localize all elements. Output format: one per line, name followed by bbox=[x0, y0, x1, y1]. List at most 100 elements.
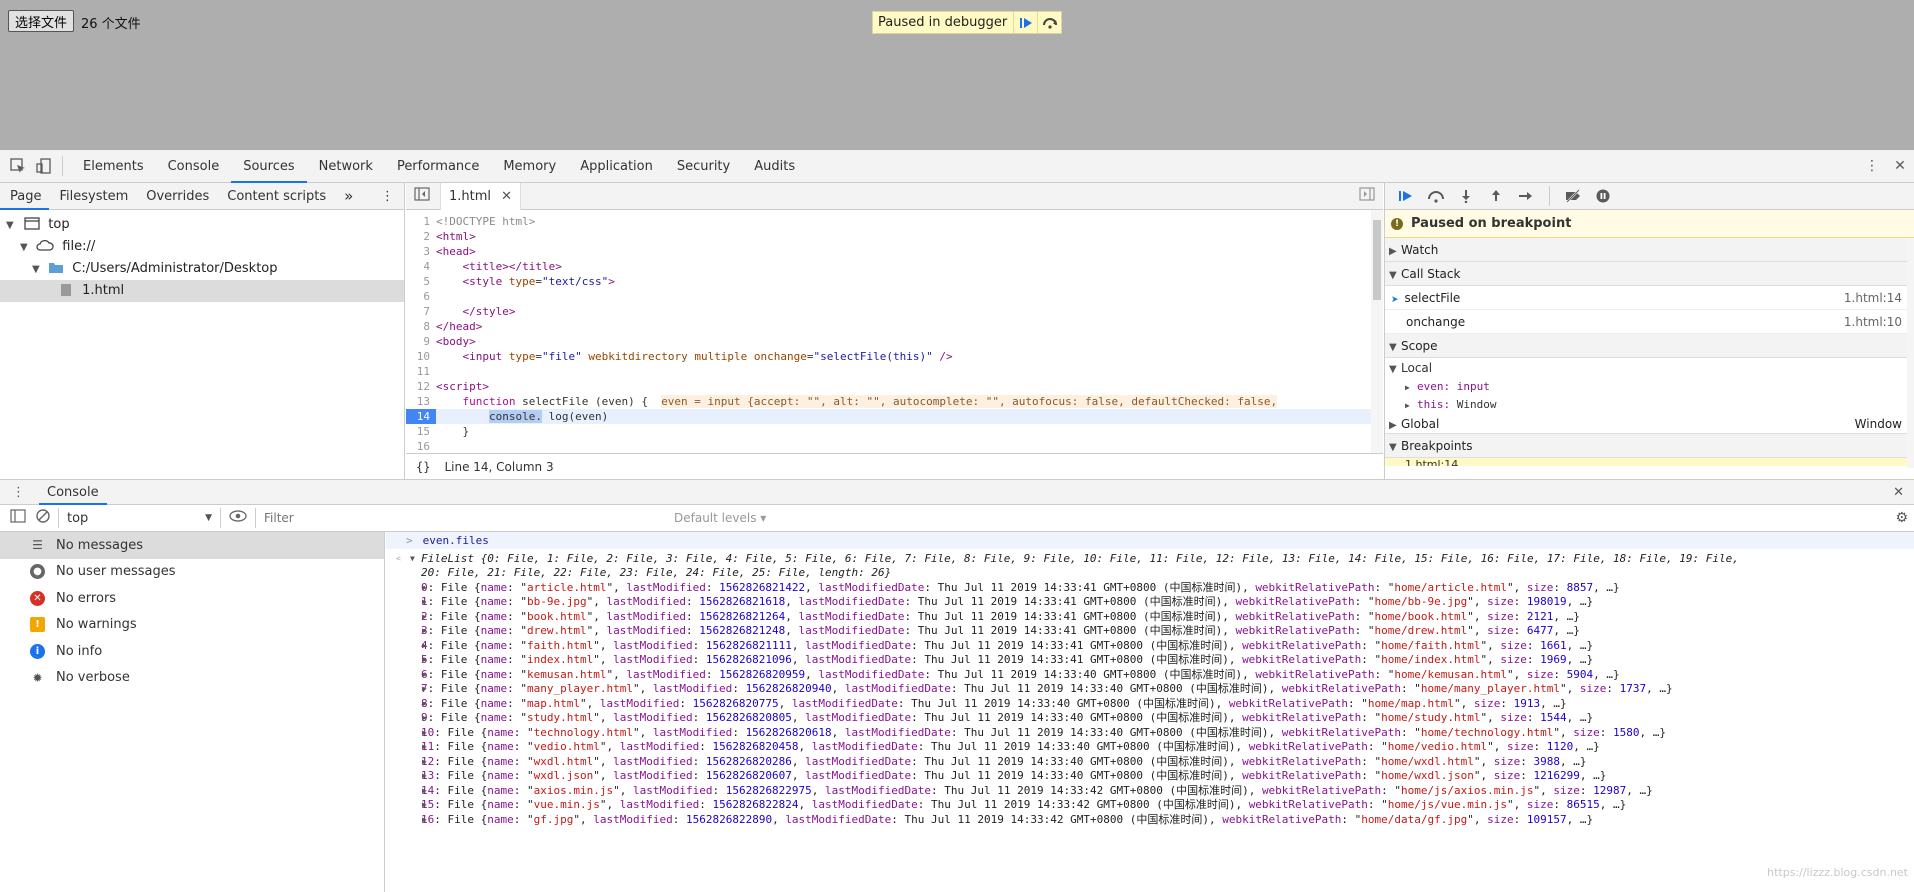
nav-tab-content-scripts[interactable]: Content scripts bbox=[217, 183, 334, 210]
file-entry-row[interactable]: ▶ 12: File {name: "wxdl.html", lastModifi… bbox=[386, 755, 1914, 770]
file-entry-row[interactable]: ▶ 11: File {name: "vedio.html", lastModif… bbox=[386, 740, 1914, 755]
file-entry-row[interactable]: ▶ 13: File {name: "wxdl.json", lastModifi… bbox=[386, 769, 1914, 784]
filter-warnings[interactable]: ! No warnings bbox=[0, 612, 384, 639]
tab-performance[interactable]: Performance bbox=[385, 150, 491, 183]
more-options-icon[interactable]: ⋮ bbox=[1862, 156, 1882, 176]
expand-arrow-icon[interactable]: ▶ bbox=[422, 755, 427, 770]
file-entry-row[interactable]: ▶ 6: File {name: "kemusan.html", lastModi… bbox=[386, 668, 1914, 683]
console-output[interactable]: > even.files < ▼ FileList {0: File, 1: File… bbox=[386, 532, 1914, 892]
expand-arrow-icon[interactable]: ▶ bbox=[422, 595, 427, 610]
expand-arrow-icon[interactable]: ▶ bbox=[422, 740, 427, 755]
device-toolbar-icon[interactable] bbox=[34, 156, 54, 176]
tab-memory[interactable]: Memory bbox=[491, 150, 568, 183]
file-entry-row[interactable]: ▶ 7: File {name: "many_player.html", last… bbox=[386, 682, 1914, 697]
call-stack-section-header[interactable]: ▼ Call Stack bbox=[1385, 262, 1914, 286]
expand-arrow-icon[interactable]: ▶ bbox=[422, 639, 427, 654]
tab-console[interactable]: Console bbox=[156, 150, 232, 183]
toggle-debugger-icon[interactable] bbox=[1359, 187, 1375, 205]
step-over-icon[interactable] bbox=[1037, 12, 1061, 33]
nav-tab-filesystem[interactable]: Filesystem bbox=[49, 183, 136, 210]
scope-var-this[interactable]: ▶ this: Window bbox=[1385, 396, 1914, 414]
file-entry-row[interactable]: ▶ 3: File {name: "drew.html", lastModifie… bbox=[386, 624, 1914, 639]
call-frame-onchange[interactable]: onchange 1.html:10 bbox=[1385, 310, 1914, 334]
filelist-summary[interactable]: < ▼ FileList {0: File, 1: File, 2: File, 3… bbox=[386, 549, 1914, 567]
tab-application[interactable]: Application bbox=[568, 150, 665, 183]
deactivate-breakpoints-icon[interactable] bbox=[1558, 183, 1588, 210]
breakpoint-item[interactable]: 1.html:14 bbox=[1385, 458, 1914, 466]
scope-global[interactable]: ▶ Global Window bbox=[1385, 414, 1914, 434]
expand-arrow-icon[interactable]: ▶ bbox=[422, 769, 427, 784]
editor-scrollbar[interactable] bbox=[1371, 210, 1383, 453]
file-entry-row[interactable]: ▶ 4: File {name: "faith.html", lastModifi… bbox=[386, 639, 1914, 654]
tab-security[interactable]: Security bbox=[665, 150, 742, 183]
file-entry-row[interactable]: ▶ 2: File {name: "book.html", lastModifie… bbox=[386, 610, 1914, 625]
more-tabs-icon[interactable]: » bbox=[334, 183, 361, 210]
log-levels-dropdown[interactable]: Default levels ▾ bbox=[674, 511, 766, 525]
clear-console-icon[interactable] bbox=[36, 509, 50, 527]
toggle-navigator-icon[interactable] bbox=[414, 187, 430, 205]
live-expression-eye-icon[interactable] bbox=[229, 510, 247, 526]
file-entry-row[interactable]: ▶ 5: File {name: "index.html", lastModifi… bbox=[386, 653, 1914, 668]
tab-audits[interactable]: Audits bbox=[742, 150, 807, 183]
close-tab-icon[interactable]: ✕ bbox=[501, 189, 512, 204]
expand-arrow-icon[interactable]: ▶ bbox=[422, 784, 427, 799]
expand-arrow-icon[interactable]: ▶ bbox=[422, 682, 427, 697]
step-icon[interactable] bbox=[1511, 183, 1541, 210]
expand-arrow-icon[interactable]: ▶ bbox=[422, 610, 427, 625]
step-into-icon[interactable] bbox=[1451, 183, 1481, 210]
tab-elements[interactable]: Elements bbox=[71, 150, 156, 183]
editor-tab-1html[interactable]: 1.html ✕ bbox=[440, 182, 522, 210]
tab-network[interactable]: Network bbox=[307, 150, 385, 183]
scope-local[interactable]: ▼ Local bbox=[1385, 358, 1914, 378]
expand-arrow-icon[interactable]: ▶ bbox=[422, 581, 427, 596]
navigator-menu-icon[interactable]: ⋮ bbox=[381, 189, 394, 204]
tree-item-file-origin[interactable]: ▼ file:// bbox=[0, 236, 404, 258]
call-frame-selectfile[interactable]: ➤ selectFile 1.html:14 bbox=[1385, 286, 1914, 310]
nav-tab-page[interactable]: Page bbox=[0, 183, 50, 210]
file-entry-row[interactable]: ▶ 1: File {name: "bb-9e.jpg", lastModifie… bbox=[386, 595, 1914, 610]
watch-section-header[interactable]: ▶ Watch bbox=[1385, 238, 1914, 262]
step-over-icon[interactable] bbox=[1421, 183, 1451, 210]
expand-arrow-icon[interactable]: ▶ bbox=[422, 726, 427, 741]
nav-tab-overrides[interactable]: Overrides bbox=[136, 183, 217, 210]
drawer-menu-icon[interactable]: ⋮ bbox=[12, 485, 25, 500]
code-area[interactable]: 1 <!DOCTYPE html> 2 <html> 3 <head> 4 <titl… bbox=[406, 210, 1383, 453]
tab-sources[interactable]: Sources bbox=[231, 149, 307, 183]
filter-verbose[interactable]: ✹ No verbose bbox=[0, 665, 384, 692]
file-entry-row[interactable]: ▶ 16: File {name: "gf.jpg", lastModified:… bbox=[386, 813, 1914, 828]
pretty-print-icon[interactable]: {} bbox=[416, 460, 430, 474]
expand-arrow-icon[interactable]: ▶ bbox=[422, 697, 427, 712]
expand-arrow-icon[interactable]: ▶ bbox=[422, 813, 427, 828]
console-filter-input[interactable] bbox=[264, 508, 664, 528]
drawer-tab-console[interactable]: Console bbox=[39, 480, 107, 505]
tree-item-1html[interactable]: 1.html bbox=[0, 280, 404, 302]
toggle-sidebar-icon[interactable] bbox=[10, 509, 26, 527]
file-entry-row[interactable]: ▶ 14: File {name: "axios.min.js", lastMod… bbox=[386, 784, 1914, 799]
choose-file-button[interactable]: 选择文件 bbox=[8, 10, 75, 32]
file-entry-row[interactable]: ▶ 15: File {name: "vue.min.js", lastModif… bbox=[386, 798, 1914, 813]
filter-all-messages[interactable]: ☰ No messages bbox=[0, 532, 384, 559]
console-settings-icon[interactable]: ⚙ bbox=[1895, 510, 1908, 526]
expand-arrow-icon[interactable]: ▶ bbox=[422, 711, 427, 726]
scope-var-even[interactable]: ▶ even: input bbox=[1385, 378, 1914, 396]
step-out-icon[interactable] bbox=[1481, 183, 1511, 210]
resume-icon[interactable] bbox=[1391, 183, 1421, 210]
expand-arrow-icon[interactable]: ▶ bbox=[422, 653, 427, 668]
filter-user-messages[interactable]: ● No user messages bbox=[0, 559, 384, 586]
scope-section-header[interactable]: ▼ Scope bbox=[1385, 334, 1914, 358]
resume-icon[interactable] bbox=[1013, 12, 1037, 33]
pause-on-exceptions-icon[interactable] bbox=[1588, 183, 1618, 210]
filter-errors[interactable]: ✕ No errors bbox=[0, 585, 384, 612]
file-entry-row[interactable]: ▶ 9: File {name: "study.html", lastModifi… bbox=[386, 711, 1914, 726]
file-entry-row[interactable]: ▶ 10: File {name: "technology.html", last… bbox=[386, 726, 1914, 741]
context-selector[interactable]: top ▼ bbox=[67, 511, 212, 526]
debugger-scrollbar[interactable] bbox=[1907, 238, 1914, 468]
expand-arrow-icon[interactable]: ▶ bbox=[422, 624, 427, 639]
expand-arrow-icon[interactable]: ▶ bbox=[422, 798, 427, 813]
file-entry-row[interactable]: ▶ 8: File {name: "map.html", lastModified… bbox=[386, 697, 1914, 712]
breakpoints-section-header[interactable]: ▼ Breakpoints bbox=[1385, 434, 1914, 458]
close-devtools-icon[interactable]: ✕ bbox=[1890, 156, 1910, 176]
filter-info[interactable]: i No info bbox=[0, 638, 384, 665]
expand-arrow-icon[interactable]: ▶ bbox=[422, 668, 427, 683]
tree-item-folder[interactable]: ▼ C:/Users/Administrator/Desktop bbox=[0, 258, 404, 280]
